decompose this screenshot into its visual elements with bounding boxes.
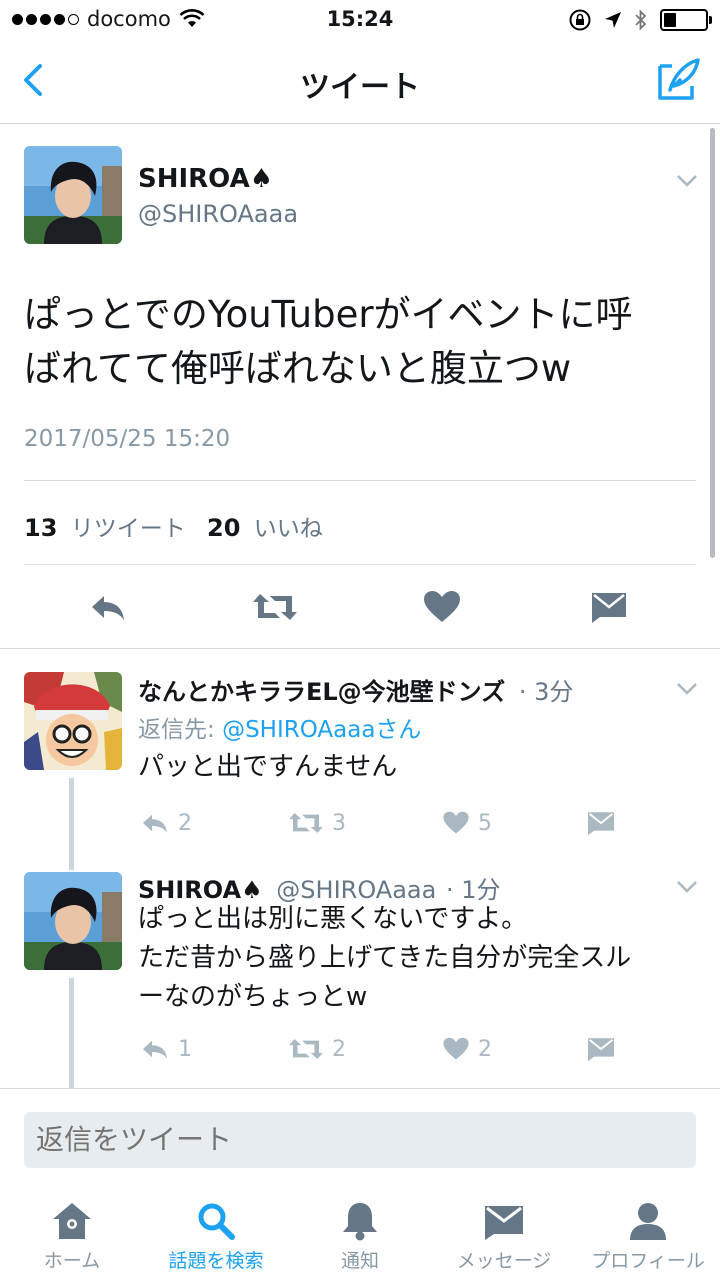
bluetooth-icon [635, 9, 647, 31]
like-action[interactable]: 5 [442, 810, 492, 836]
like-count: 2 [478, 1036, 492, 1062]
reply-header: なんとかキララEL@今池壁ドンズ · 3分 [138, 672, 573, 707]
retweet-icon[interactable] [252, 590, 298, 624]
person-icon [630, 1203, 666, 1240]
direct-message-icon[interactable] [586, 1036, 616, 1062]
tweet-text-line: ぱっとでのYouTuberがイベントに呼 [24, 293, 633, 336]
tab-explore[interactable]: 話題を検索 [144, 1188, 288, 1280]
reply-text: パッと出ですんません [138, 752, 398, 782]
retweet-count[interactable]: 13 [24, 514, 57, 542]
compose-tweet-icon[interactable] [656, 56, 702, 102]
status-bar: docomo 15:24 [0, 0, 720, 40]
divider [24, 564, 696, 565]
tab-notifications[interactable]: 通知 [288, 1188, 432, 1280]
reply-tweet[interactable]: SHIROA♠ @SHIROAaaa · 1分 ぱっと出は別に悪くないですよ。 … [0, 850, 720, 1088]
page-title: ツイート [300, 70, 420, 105]
divider [24, 480, 696, 481]
location-icon [605, 12, 621, 28]
home-icon [53, 1203, 91, 1239]
reply-count: 1 [178, 1036, 192, 1062]
main-tweet: SHIROA♠ @SHIROAaaa ぱっとでのYouTuberがイベントに呼 … [0, 124, 720, 649]
reply-icon[interactable] [140, 1036, 170, 1062]
avatar[interactable] [24, 146, 122, 244]
reply-bar [0, 1088, 720, 1188]
user-display-name[interactable]: なんとかキララEL@今池壁ドンズ [138, 678, 505, 706]
avatar[interactable] [24, 672, 122, 770]
retweet-action[interactable]: 2 [288, 1036, 346, 1062]
tab-profile[interactable]: プロフィール [576, 1188, 720, 1280]
heart-icon[interactable] [422, 590, 462, 624]
like-action[interactable]: 2 [442, 1036, 492, 1062]
reply-to-line: 返信先: @SHIROAaaaさん [138, 710, 421, 744]
reply-to-label: 返信先: [138, 717, 223, 743]
reply-count: 2 [178, 810, 192, 836]
rotation-lock-icon [569, 9, 591, 31]
tab-label: メッセージ [456, 1250, 552, 1272]
retweet-count: 3 [332, 810, 346, 836]
reply-to-link[interactable]: @SHIROAaaaさん [222, 717, 421, 743]
envelope-icon [485, 1206, 523, 1240]
tab-label: 通知 [340, 1250, 379, 1272]
battery-icon [660, 9, 712, 31]
reply-text-line: ぱっと出は別に悪くないですよ。 [138, 904, 528, 934]
tweet-stats: 13 リツイート 20 いいね [24, 509, 323, 543]
thread-line [69, 850, 74, 870]
chevron-down-icon[interactable] [676, 174, 698, 188]
user-display-name[interactable]: SHIROA♠ [138, 164, 273, 194]
user-handle[interactable]: @SHIROAaaa [138, 200, 298, 228]
like-count-label[interactable]: いいね [254, 516, 323, 542]
heart-icon[interactable] [442, 1036, 470, 1062]
direct-message-icon[interactable] [590, 590, 628, 624]
reply-text-line: ただ昔から盛り上げてきた自分が完全スル [138, 943, 632, 973]
chevron-down-icon[interactable] [676, 682, 698, 696]
direct-message-icon[interactable] [586, 810, 616, 836]
bell-icon [343, 1203, 377, 1241]
reply-action[interactable]: 1 [140, 1036, 192, 1062]
dm-action[interactable] [586, 810, 616, 836]
retweet-icon[interactable] [288, 810, 324, 836]
tab-label: ホーム [43, 1250, 101, 1272]
tweet-text: ぱっとでのYouTuberがイベントに呼 ばれてて俺呼ばれないと腹立つw [24, 288, 704, 396]
like-count: 5 [478, 810, 492, 836]
chevron-down-icon[interactable] [676, 880, 698, 894]
tweet-timestamp: 2017/05/25 15:20 [24, 426, 231, 452]
tweet-text-line: ばれてて俺呼ばれないと腹立つw [24, 347, 572, 390]
tab-messages[interactable]: メッセージ [432, 1188, 576, 1280]
navigation-bar: ツイート [0, 40, 720, 124]
reply-text: ぱっと出は別に悪くないですよ。 ただ昔から盛り上げてきた自分が完全スル ーなのが… [138, 900, 698, 1017]
thread-line [69, 978, 74, 1088]
avatar[interactable] [24, 872, 122, 970]
retweet-icon[interactable] [288, 1036, 324, 1062]
search-icon [198, 1203, 235, 1240]
retweet-count: 2 [332, 1036, 346, 1062]
tweet-time: · 3分 [518, 678, 574, 706]
reply-input[interactable] [24, 1112, 696, 1168]
reply-icon[interactable] [88, 590, 128, 624]
retweet-action[interactable]: 3 [288, 810, 346, 836]
reply-action[interactable]: 2 [140, 810, 192, 836]
reply-icon[interactable] [140, 810, 170, 836]
tab-bar: ホーム 話題を検索 通知 メッセージ プロフィール [0, 1188, 720, 1280]
tab-label: 話題を検索 [168, 1250, 264, 1272]
dm-action[interactable] [586, 1036, 616, 1062]
reply-text-line: ーなのがちょっとw [138, 982, 368, 1012]
heart-icon[interactable] [442, 810, 470, 836]
reply-tweet[interactable]: なんとかキララEL@今池壁ドンズ · 3分 返信先: @SHIROAaaaさん … [0, 650, 720, 864]
tab-label: プロフィール [591, 1250, 705, 1272]
retweet-count-label[interactable]: リツイート [71, 516, 186, 542]
like-count[interactable]: 20 [207, 514, 240, 542]
tab-home[interactable]: ホーム [0, 1188, 144, 1280]
